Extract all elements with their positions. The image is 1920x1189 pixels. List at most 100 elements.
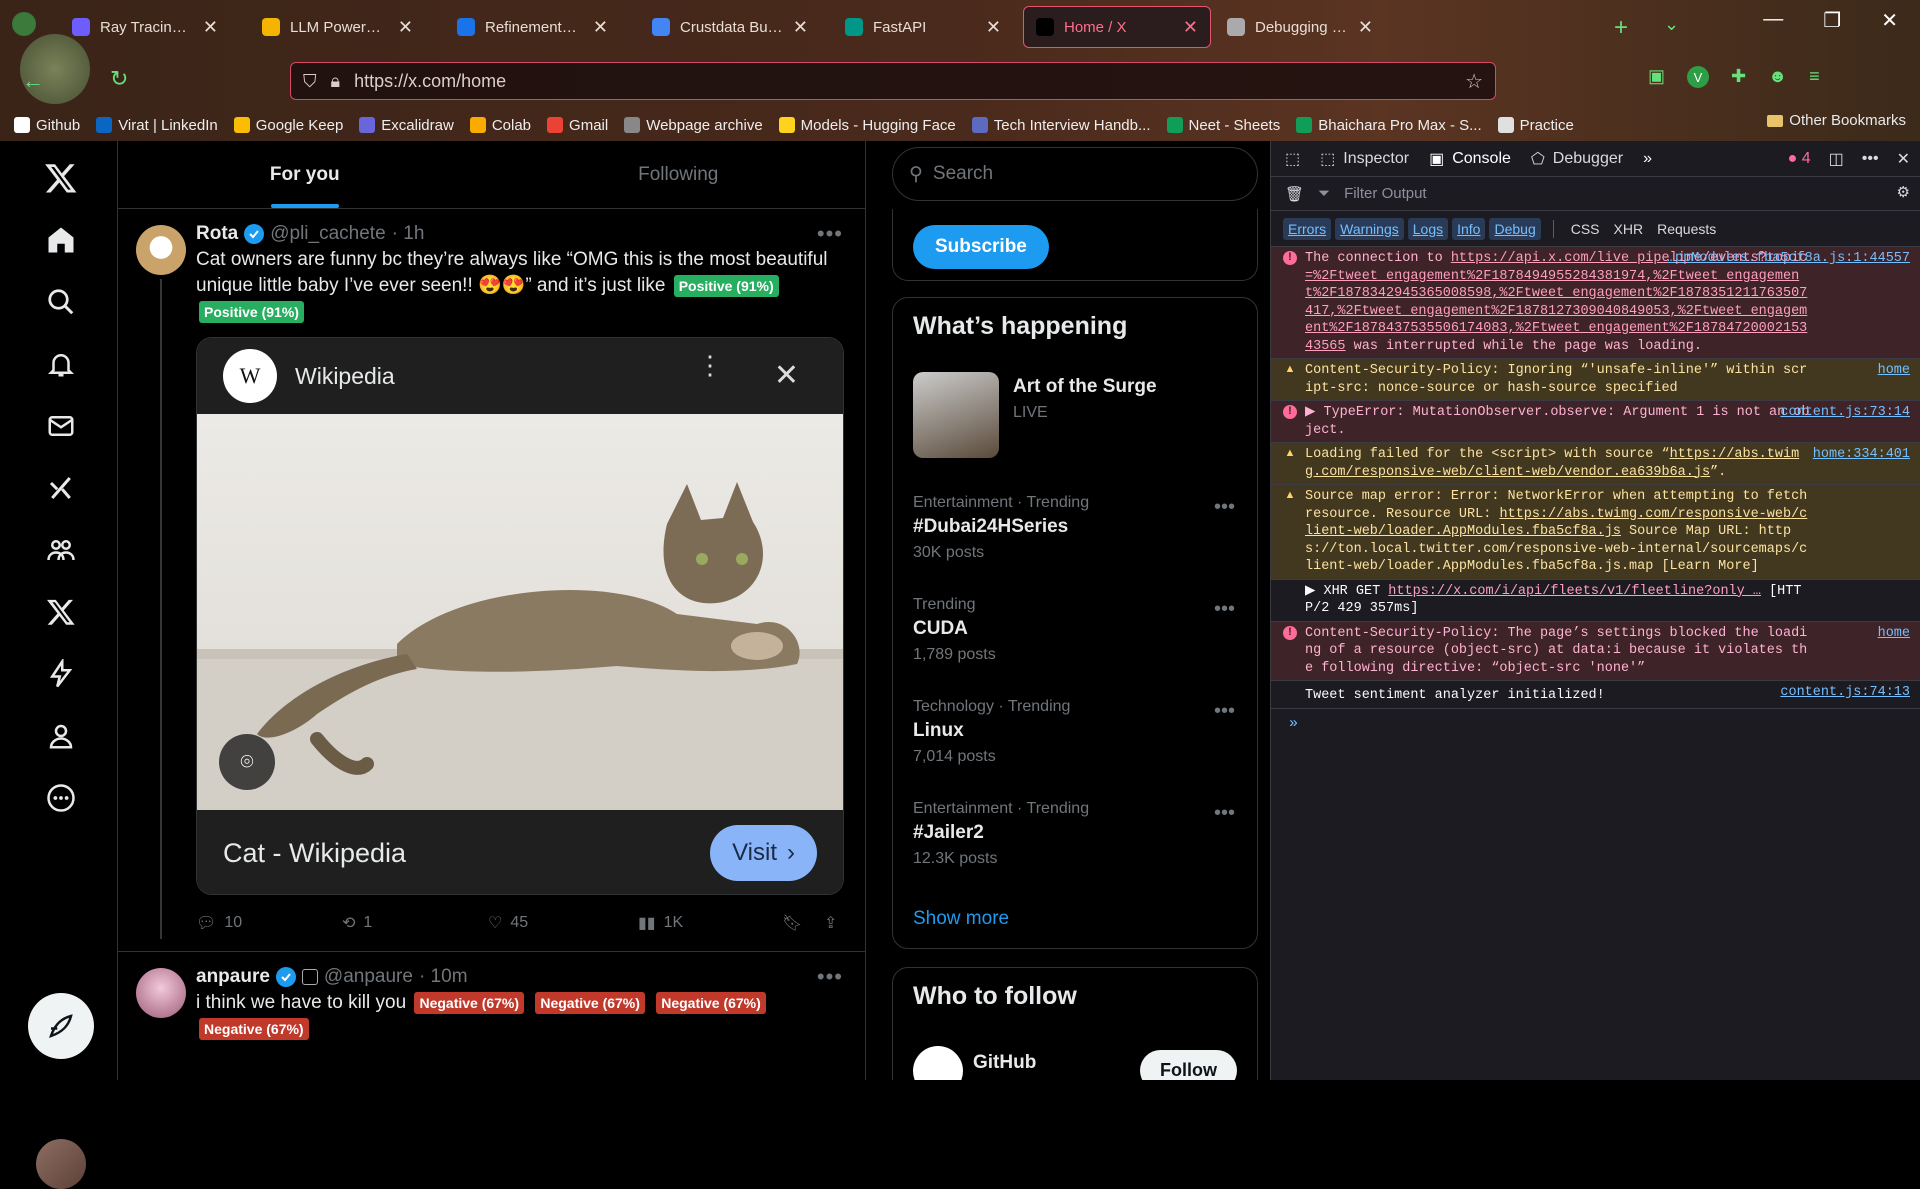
console-message[interactable]: Tweet sentiment analyzer initialized! con… (1271, 681, 1920, 709)
close-tab-icon[interactable]: ✕ (203, 17, 218, 38)
trend-more-icon[interactable]: ••• (1214, 496, 1235, 519)
level-logs[interactable]: Logs (1407, 217, 1449, 240)
browser-tab[interactable]: LLM Powered Autonom ✕ (250, 6, 425, 48)
trash-icon[interactable]: 🗑︎ (1285, 185, 1304, 203)
account-avatar[interactable] (36, 1139, 86, 1189)
message-source-link[interactable]: home (1878, 362, 1910, 380)
reload-icon[interactable]: ↻ (110, 66, 128, 92)
subscribe-button[interactable]: Subscribe (913, 225, 1049, 269)
browser-tab[interactable]: Debugging - Runt ✕ (1215, 6, 1385, 48)
close-tab-icon[interactable]: ✕ (1183, 17, 1198, 38)
bookmark-item[interactable]: Webpage archive (624, 117, 763, 134)
verified-orgs-icon[interactable] (40, 653, 82, 695)
post-time[interactable]: · 1h (392, 223, 425, 245)
message-source-link[interactable]: home (1878, 625, 1910, 643)
browser-tab[interactable]: Ray Tracing in One ✕ (60, 6, 230, 48)
close-tab-icon[interactable]: ✕ (986, 17, 1001, 38)
close-icon[interactable]: ✕ (774, 358, 799, 393)
premium-x-icon[interactable] (40, 591, 82, 633)
post-more-icon[interactable]: ••• (817, 964, 843, 990)
bookmark-item[interactable]: Bhaichara Pro Max - S... (1296, 117, 1482, 134)
trend-item[interactable]: Entertainment · Trending #Jailer2 12.3K po… (913, 800, 1243, 868)
show-more-link[interactable]: Show more (913, 908, 1009, 930)
author-handle[interactable]: @anpaure (324, 966, 413, 988)
trend-item[interactable]: Technology · Trending Linux 7,014 posts ••• (913, 698, 1243, 766)
filter-requests[interactable]: Requests (1652, 218, 1721, 240)
tab-following[interactable]: Following (492, 141, 866, 208)
console-message[interactable]: ▲ Loading failed for the <script> with so… (1271, 443, 1920, 485)
browser-tab[interactable]: FastAPI ✕ (833, 6, 1013, 48)
grok-icon[interactable] (40, 467, 82, 509)
console-message[interactable]: ! The connection to https://api.x.com/liv… (1271, 247, 1920, 359)
bookmark-item[interactable]: Models - Hugging Face (778, 117, 956, 134)
message-source-link[interactable]: content.js:74:13 (1780, 684, 1910, 702)
level-debug[interactable]: Debug (1489, 217, 1541, 240)
bookmark-item[interactable]: Tech Interview Handb... (971, 117, 1151, 134)
post-rota[interactable]: Rota @pli_cachete · 1h ••• Cat owners ar… (118, 209, 865, 951)
lens-search-icon[interactable]: ⌾ (219, 734, 275, 790)
extension-icon[interactable]: ▣ (1648, 66, 1665, 88)
message-source-link[interactable]: content.js:73:14 (1780, 404, 1910, 422)
suggestion-avatar[interactable] (913, 1046, 963, 1080)
explore-search-icon[interactable] (40, 281, 82, 323)
console-message[interactable]: ▲ Content-Security-Policy: Ignoring “'uns… (1271, 359, 1920, 401)
tab-list-icon[interactable]: ⌄ (1664, 14, 1679, 35)
visit-button[interactable]: Visit › (710, 825, 817, 881)
console-message[interactable]: ! Content-Security-Policy: The page’s set… (1271, 621, 1920, 681)
post-anpaure[interactable]: anpaure @anpaure · 10m ••• i think we ha… (118, 951, 865, 1042)
shield-icon[interactable]: ⛉ (303, 71, 317, 92)
bookmark-button[interactable]: 🔖︎ (782, 913, 802, 933)
tab-debugger[interactable]: ⬠ Debugger (1531, 149, 1623, 169)
card-title[interactable]: Cat - Wikipedia (223, 838, 406, 869)
menu-icon[interactable]: ≡ (1809, 66, 1820, 88)
url-text[interactable]: https://x.com/home (354, 71, 506, 92)
tab-for-you[interactable]: For you (118, 141, 492, 208)
link-card[interactable]: W Wikipedia ⋮ ✕ ⌾ Cat - Wikipedia Visit … (196, 337, 844, 895)
author-handle[interactable]: @pli_cachete (270, 223, 385, 245)
close-devtools-icon[interactable]: ✕ (1897, 149, 1910, 169)
bookmark-item[interactable]: Google Keep (233, 117, 343, 134)
close-tab-icon[interactable]: ✕ (593, 17, 608, 38)
maximize-button[interactable]: ❐ (1823, 8, 1841, 33)
more-options-icon[interactable] (40, 777, 82, 819)
other-bookmarks[interactable]: Other Bookmarks (1767, 112, 1906, 129)
bookmark-item[interactable]: Virat | LinkedIn (96, 117, 218, 134)
console-message[interactable]: ▶ XHR GET https://x.com/i/api/fleets/v1/… (1271, 580, 1920, 622)
post-time[interactable]: · 10m (419, 966, 468, 988)
filter-output-input[interactable]: Filter Output (1344, 185, 1427, 202)
trend-item[interactable]: Entertainment · Trending #Dubai24HSeries 3… (913, 494, 1243, 562)
views-button[interactable]: ▮▮ 1K (638, 913, 683, 933)
trend-more-icon[interactable]: ••• (1214, 802, 1235, 825)
console-settings-icon[interactable]: ⚙ (1897, 183, 1910, 201)
trend-more-icon[interactable]: ••• (1214, 598, 1235, 621)
message-source-link[interactable]: …ppModules.fba5cf8a.js:1:44557 (1667, 250, 1910, 268)
bookmark-star-icon[interactable]: ☆ (1465, 69, 1483, 94)
devtools-menu-icon[interactable]: ••• (1862, 150, 1879, 168)
close-tab-icon[interactable]: ✕ (793, 17, 808, 38)
bookmark-item[interactable]: Github (14, 117, 80, 134)
communities-icon[interactable] (40, 529, 82, 571)
new-tab-button[interactable]: + (1614, 14, 1628, 42)
more-tabs-icon[interactable]: » (1643, 150, 1652, 168)
author-name[interactable]: anpaure (196, 966, 270, 988)
console-message[interactable]: ! ▶ TypeError: MutationObserver.observe: … (1271, 401, 1920, 443)
author-name[interactable]: Rota (196, 223, 238, 245)
kebab-menu-icon[interactable]: ⋮ (697, 352, 723, 378)
message-link[interactable]: https://x.com/i/api/fleets/v1/fleetline?… (1388, 584, 1761, 599)
cat-image[interactable]: ⌾ (197, 414, 843, 810)
trend-item[interactable]: Trending CUDA 1,789 posts ••• (913, 596, 1243, 664)
tab-console[interactable]: ▣ Console (1429, 149, 1511, 169)
follow-button[interactable]: Follow (1140, 1050, 1237, 1080)
post-more-icon[interactable]: ••• (817, 221, 843, 247)
author-avatar[interactable] (136, 968, 186, 1018)
back-icon[interactable]: ← (22, 68, 44, 94)
reply-button[interactable]: 💬︎ 10 (196, 913, 242, 933)
filter-css[interactable]: CSS (1566, 218, 1605, 240)
suggestion-name[interactable]: GitHub (973, 1052, 1036, 1074)
browser-tab[interactable]: Refinements to Be ✕ (445, 6, 620, 48)
console-input[interactable]: » (1271, 709, 1920, 738)
level-errors[interactable]: Errors (1283, 217, 1332, 240)
profile-icon[interactable]: ☻ (1768, 66, 1787, 88)
profile-icon[interactable] (40, 715, 82, 757)
messages-mail-icon[interactable] (40, 405, 82, 447)
